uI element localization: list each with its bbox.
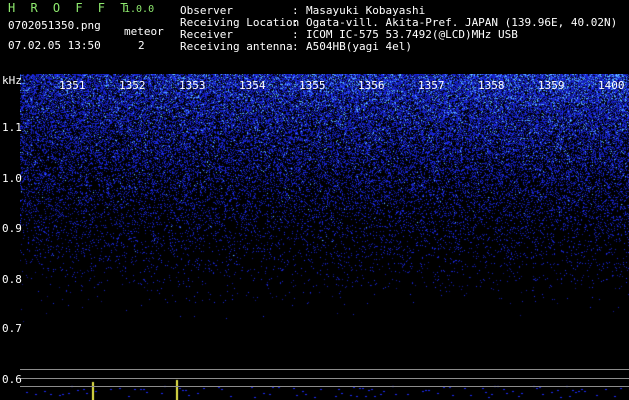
- x-tick-label: 1355: [299, 79, 326, 92]
- x-tick-label: 1351: [59, 79, 86, 92]
- file-name: 0702051350.png: [8, 19, 101, 32]
- threshold-line: [20, 369, 629, 370]
- threshold-line: [20, 386, 629, 387]
- x-tick-label: 1358: [478, 79, 505, 92]
- x-tick-label: 1400: [598, 79, 625, 92]
- y-tick-label: 1.1: [2, 121, 22, 134]
- info-row-antenna: Receiving antenna: A504HB(yagi 4el): [180, 41, 412, 53]
- y-tick-label: 1.0: [2, 172, 22, 185]
- x-tick-label: 1356: [358, 79, 385, 92]
- x-tick-label: 1357: [418, 79, 445, 92]
- app-title: H R O F F T: [8, 1, 132, 15]
- y-tick-label: 0.9: [2, 222, 22, 235]
- x-tick-label: 1354: [239, 79, 266, 92]
- info-value: A504HB(yagi 4el): [306, 40, 412, 53]
- y-tick-label: 0.7: [2, 322, 22, 335]
- spectrogram-canvas: [20, 74, 629, 400]
- y-tick-label: 0.6: [2, 373, 22, 386]
- info-separator: :: [292, 40, 299, 53]
- meteor-count: 2: [138, 39, 145, 52]
- x-tick-label: 1352: [119, 79, 146, 92]
- x-tick-label: 1353: [179, 79, 206, 92]
- info-key: Receiving antenna: [180, 40, 293, 53]
- app-version: 1.0.0: [124, 4, 155, 15]
- timestamp: 07.02.05 13:50: [8, 39, 101, 52]
- unit-label: kHz: [2, 74, 22, 87]
- x-tick-label: 1359: [538, 79, 565, 92]
- meteor-label: meteor: [124, 25, 164, 38]
- y-tick-label: 0.8: [2, 273, 22, 286]
- threshold-line: [20, 378, 629, 379]
